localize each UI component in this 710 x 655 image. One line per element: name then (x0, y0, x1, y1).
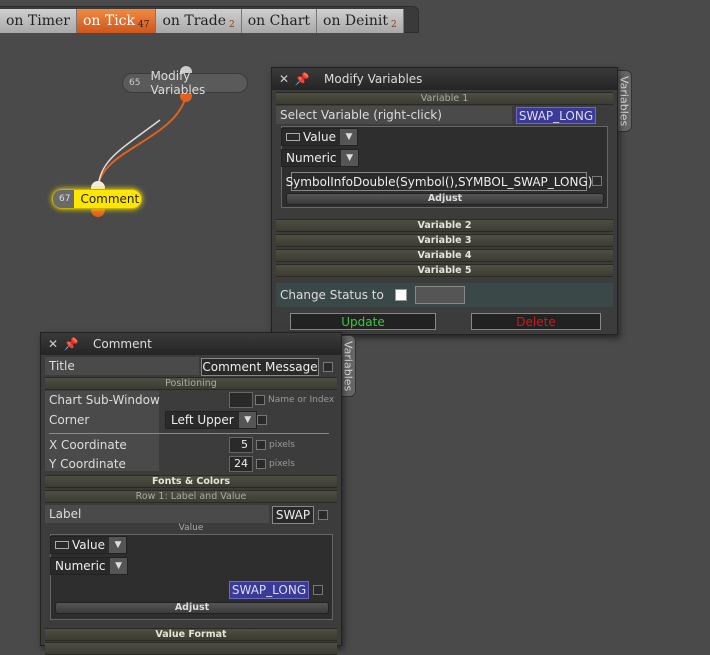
divider (49, 433, 329, 434)
node-label: Modify Variables (150, 69, 206, 97)
comment-panel: ✕ 📌 Comment Title Comment Message Positi… (40, 332, 342, 655)
label-checkbox[interactable] (318, 510, 328, 520)
label-label: Label (49, 507, 82, 521)
section-variable-2[interactable]: Variable 2 (276, 219, 613, 232)
panel-titlebar: ✕ 📌 Modify Variables (272, 68, 617, 90)
y-coordinate-input[interactable]: 24 (229, 456, 253, 472)
corner-dropdown[interactable]: Left Upper ▼ (165, 411, 257, 429)
x-coordinate-input[interactable]: 5 (229, 437, 253, 453)
update-button[interactable]: Update (290, 313, 436, 330)
adjust-button[interactable]: Adjust (55, 602, 329, 614)
value-variable-button[interactable]: SWAP_LONG (229, 581, 309, 599)
y-coordinate-label: Y Coordinate (49, 457, 126, 471)
modify-variables-panel: ✕ 📌 Modify Variables Variable 1 Select V… (271, 67, 618, 335)
title-label: Title (49, 359, 75, 373)
select-variable-label: Select Variable (right-click) (280, 108, 442, 122)
chevron-down-icon: ▼ (239, 412, 256, 428)
y-unit: pixels (269, 459, 295, 469)
value-type-dropdown[interactable]: Value ▼ (281, 128, 358, 146)
node-label: Comment (80, 192, 140, 206)
node-modify-variables[interactable]: 65 Modify Variables (122, 69, 248, 97)
numeric-dropdown[interactable]: Numeric ▼ (281, 149, 359, 167)
adjust-button[interactable]: Adjust (286, 193, 604, 205)
section-fonts-colors[interactable]: Fonts & Colors (45, 475, 337, 488)
subwindow-label: Chart Sub-Window (49, 393, 160, 407)
value-type-dropdown[interactable]: Value ▼ (50, 536, 127, 554)
section-variable-5[interactable]: Variable 5 (276, 264, 613, 277)
x-coordinate-label: X Coordinate (49, 438, 127, 452)
corner-label: Corner (49, 413, 90, 427)
variables-side-tab[interactable]: Variables (616, 70, 632, 132)
y-coordinate-checkbox[interactable] (256, 459, 266, 469)
section-variable-1[interactable]: Variable 1 (276, 92, 613, 105)
change-status-label: Change Status to (280, 288, 384, 302)
node-id: 67 (53, 190, 75, 208)
panel-title: Comment (93, 337, 152, 351)
select-variable-button[interactable]: SWAP_LONG (516, 107, 596, 124)
expression-field[interactable]: SymbolInfoDouble(Symbol(),SYMBOL_SWAP_LO… (286, 172, 592, 191)
value-icon (286, 133, 300, 141)
pin-icon[interactable]: 📌 (292, 72, 312, 86)
panel-title: Modify Variables (324, 72, 423, 86)
close-icon[interactable]: ✕ (45, 337, 61, 351)
value-type-label: Value (282, 129, 341, 145)
chevron-down-icon: ▼ (109, 537, 126, 553)
chevron-down-icon: ▼ (340, 129, 357, 145)
delete-button[interactable]: Delete (471, 313, 601, 330)
close-icon[interactable]: ✕ (276, 72, 292, 86)
title-field[interactable]: Comment Message (201, 358, 319, 376)
expression-checkbox[interactable] (592, 176, 602, 186)
label-field[interactable]: SWAP (272, 506, 314, 524)
value-icon (55, 541, 69, 549)
node-comment[interactable]: 67 Comment (52, 189, 142, 209)
value-variable-checkbox[interactable] (313, 585, 323, 595)
numeric-dropdown[interactable]: Numeric ▼ (50, 557, 128, 575)
section-positioning[interactable]: Positioning (45, 377, 337, 390)
chevron-down-icon: ▼ (341, 150, 358, 166)
subwindow-hint: Name or Index (268, 395, 335, 405)
title-checkbox[interactable] (323, 362, 333, 372)
section-row-1[interactable]: Row 1: Label and Value (45, 490, 337, 503)
subwindow-checkbox[interactable] (255, 395, 265, 405)
section-variable-4[interactable]: Variable 4 (276, 249, 613, 262)
x-unit: pixels (269, 440, 295, 450)
pin-icon[interactable]: 📌 (61, 337, 81, 351)
node-id: 65 (129, 78, 141, 88)
section-value-format[interactable]: Value Format (45, 628, 337, 641)
panel-titlebar: ✕ 📌 Comment (41, 333, 341, 355)
chevron-down-icon: ▼ (110, 558, 127, 574)
section-row-2[interactable] (45, 642, 337, 655)
status-color-swatch[interactable] (415, 286, 465, 304)
section-variable-3[interactable]: Variable 3 (276, 234, 613, 247)
subwindow-input[interactable] (229, 392, 253, 408)
change-status-checkbox[interactable] (395, 289, 407, 301)
variables-side-tab[interactable]: Variables (340, 335, 356, 397)
corner-checkbox[interactable] (257, 415, 267, 425)
x-coordinate-checkbox[interactable] (256, 440, 266, 450)
